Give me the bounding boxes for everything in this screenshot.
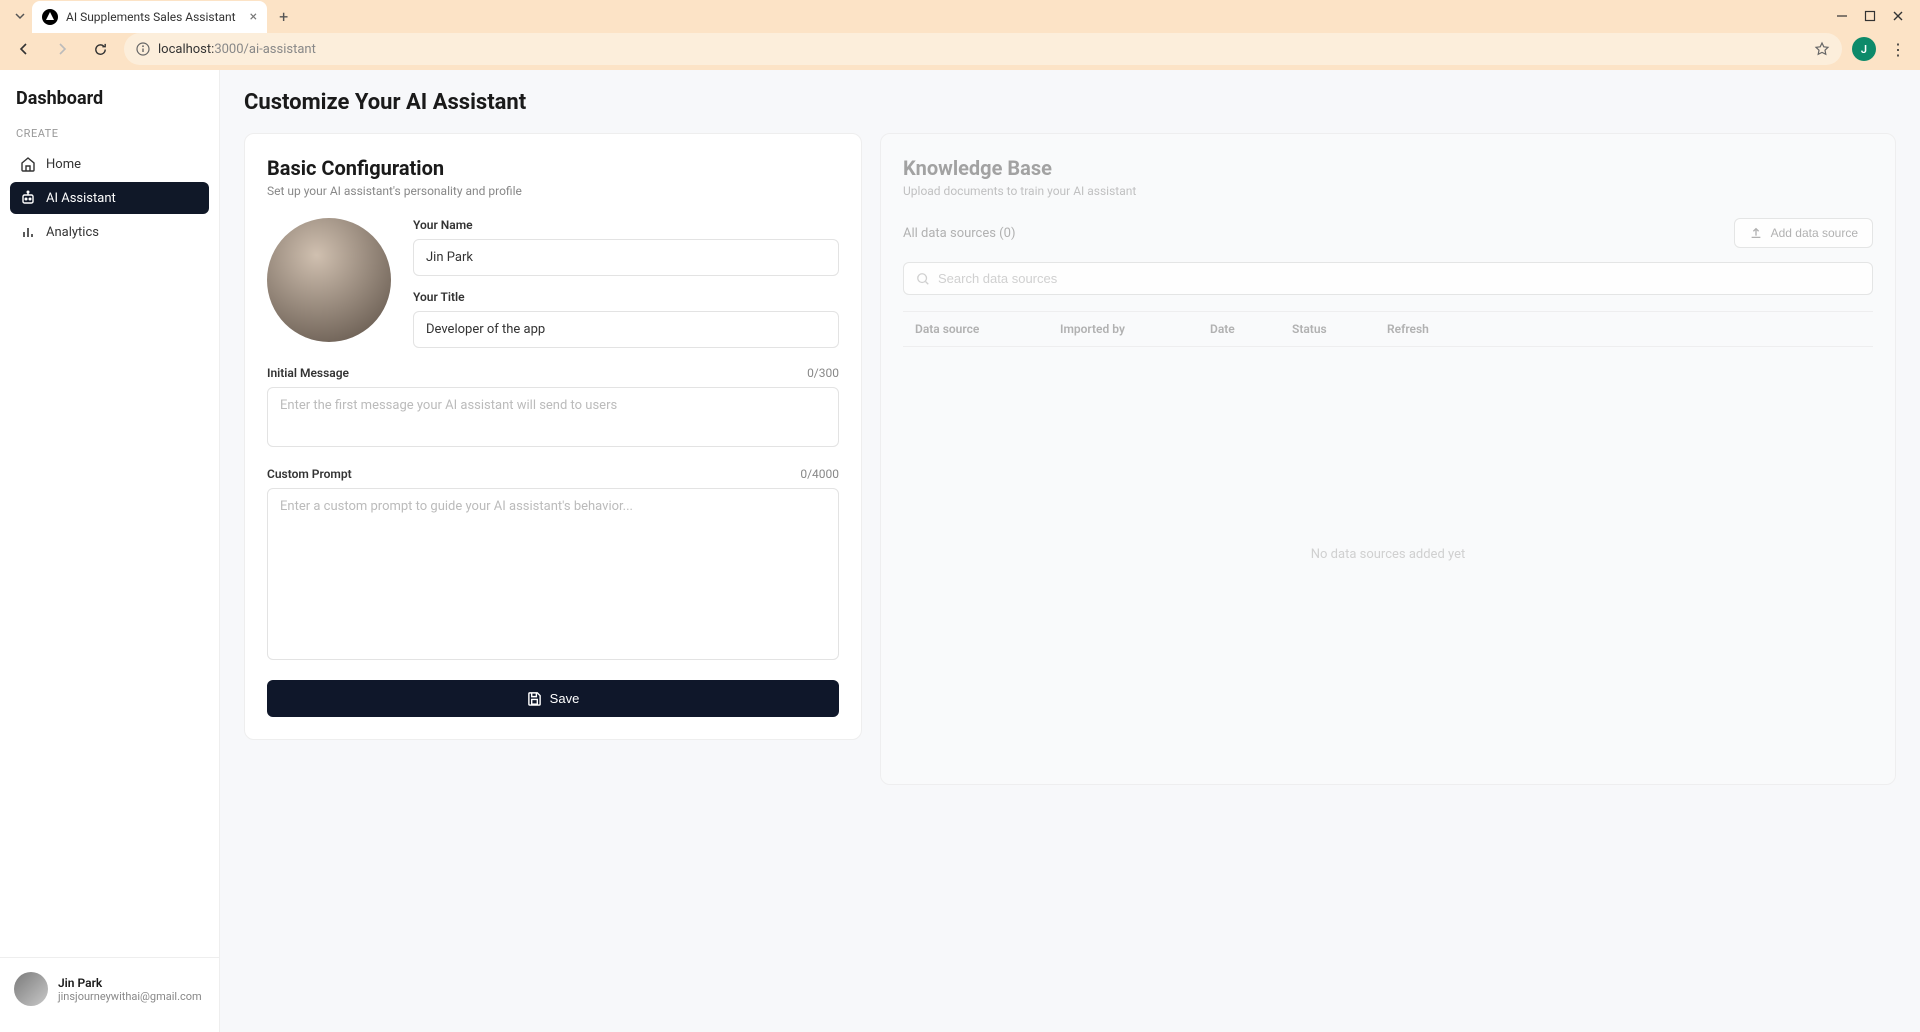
tab-favicon-icon <box>42 9 58 25</box>
page-title: Customize Your AI Assistant <box>244 90 1896 115</box>
tab-list-dropdown[interactable] <box>8 4 32 28</box>
kb-count-label: All data sources (0) <box>903 226 1015 241</box>
forward-button[interactable] <box>48 35 76 63</box>
window-close-icon[interactable] <box>1892 10 1904 22</box>
sidebar-item-home[interactable]: Home <box>10 148 209 180</box>
robot-icon <box>20 190 36 206</box>
col-data-source: Data source <box>915 322 1060 336</box>
main-content: Customize Your AI Assistant Basic Config… <box>220 70 1920 1032</box>
sidebar-item-label: Home <box>46 157 81 172</box>
save-icon <box>527 691 542 706</box>
add-button-label: Add data source <box>1771 226 1858 240</box>
home-icon <box>20 156 36 172</box>
tab-title: AI Supplements Sales Assistant <box>66 10 236 24</box>
name-label: Your Name <box>413 218 839 232</box>
reload-button[interactable] <box>86 35 114 63</box>
url-path: 3000/ai-assistant <box>214 42 316 57</box>
kb-table-header: Data source Imported by Date Status Refr… <box>903 311 1873 347</box>
window-minimize-icon[interactable] <box>1836 10 1848 22</box>
kb-empty-state: No data sources added yet <box>903 347 1873 762</box>
sidebar-section-label: CREATE <box>16 127 203 140</box>
sidebar-item-analytics[interactable]: Analytics <box>10 216 209 248</box>
browser-url-bar: localhost:3000/ai-assistant J ⋮ <box>0 32 1920 70</box>
sidebar-user[interactable]: Jin Park jinsjourneywithai@gmail.com <box>0 957 219 1014</box>
sidebar: Dashboard CREATE Home AI Assistant Analy… <box>0 70 220 1032</box>
initial-message-input[interactable] <box>267 387 839 447</box>
initial-message-counter: 0/300 <box>807 366 839 380</box>
title-input[interactable] <box>413 311 839 348</box>
browser-tab[interactable]: AI Supplements Sales Assistant × <box>32 1 267 33</box>
new-tab-button[interactable]: + <box>279 7 288 26</box>
add-data-source-button[interactable]: Add data source <box>1734 218 1873 248</box>
site-info-icon[interactable] <box>136 42 150 56</box>
col-date: Date <box>1210 322 1292 336</box>
upload-icon <box>1749 226 1763 240</box>
address-bar[interactable]: localhost:3000/ai-assistant <box>124 33 1842 65</box>
col-imported-by: Imported by <box>1060 322 1210 336</box>
initial-message-label: Initial Message <box>267 366 349 380</box>
kb-search-wrap <box>903 262 1873 295</box>
col-status: Status <box>1292 322 1387 336</box>
user-avatar <box>14 972 48 1006</box>
profile-avatar-button[interactable]: J <box>1852 37 1876 61</box>
analytics-icon <box>20 224 36 240</box>
user-name: Jin Park <box>58 976 202 990</box>
browser-tab-bar: AI Supplements Sales Assistant × + <box>0 0 1920 32</box>
sidebar-title: Dashboard <box>16 88 203 109</box>
save-button-label: Save <box>550 691 580 706</box>
url-host: localhost: <box>158 42 214 57</box>
basic-configuration-card: Basic Configuration Set up your AI assis… <box>244 133 862 740</box>
bookmark-icon[interactable] <box>1814 41 1830 57</box>
tab-close-icon[interactable]: × <box>250 9 257 25</box>
window-maximize-icon[interactable] <box>1864 10 1876 22</box>
kb-search-input[interactable] <box>938 271 1860 286</box>
browser-menu-icon[interactable]: ⋮ <box>1886 40 1910 59</box>
search-icon <box>916 272 930 286</box>
profile-picture[interactable] <box>267 218 391 342</box>
kb-subtitle: Upload documents to train your AI assist… <box>903 184 1873 198</box>
save-button[interactable]: Save <box>267 680 839 717</box>
knowledge-base-card: Knowledge Base Upload documents to train… <box>880 133 1896 785</box>
custom-prompt-counter: 0/4000 <box>800 467 839 481</box>
name-input[interactable] <box>413 239 839 276</box>
custom-prompt-label: Custom Prompt <box>267 467 352 481</box>
sidebar-item-label: AI Assistant <box>46 191 116 206</box>
back-button[interactable] <box>10 35 38 63</box>
sidebar-item-ai-assistant[interactable]: AI Assistant <box>10 182 209 214</box>
basic-config-heading: Basic Configuration <box>267 156 839 180</box>
col-refresh: Refresh <box>1387 322 1462 336</box>
title-label: Your Title <box>413 290 839 304</box>
basic-config-subtitle: Set up your AI assistant's personality a… <box>267 184 839 198</box>
kb-heading: Knowledge Base <box>903 156 1873 180</box>
sidebar-item-label: Analytics <box>46 225 99 240</box>
custom-prompt-input[interactable] <box>267 488 839 660</box>
user-email: jinsjourneywithai@gmail.com <box>58 990 202 1003</box>
